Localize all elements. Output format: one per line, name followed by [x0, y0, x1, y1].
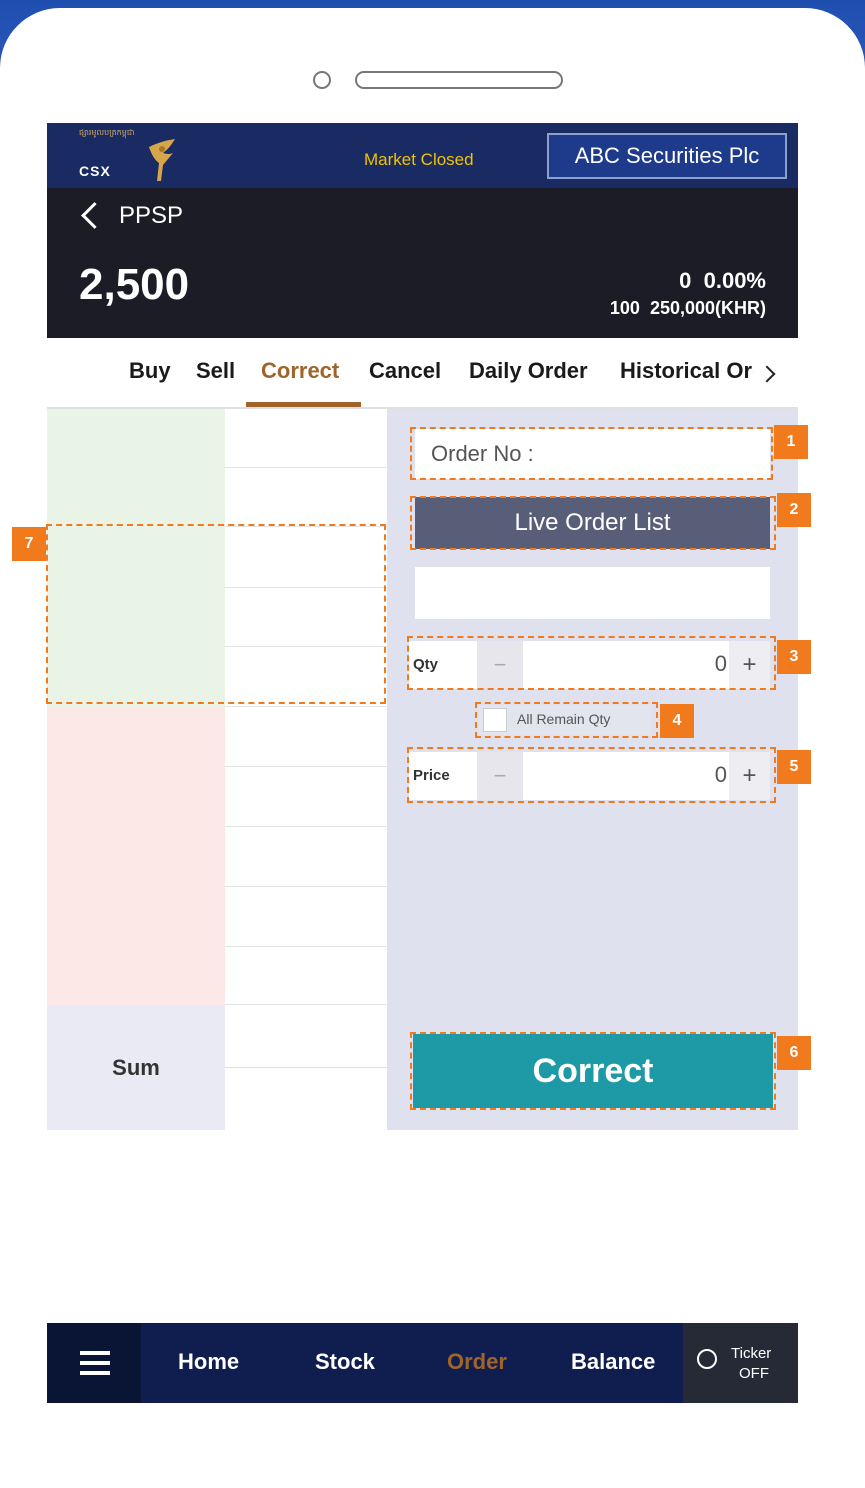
ticker-clock-icon [697, 1349, 717, 1369]
empty-area [47, 1130, 798, 1323]
nav-home[interactable]: Home [178, 1349, 239, 1375]
callout-7-box [46, 524, 386, 704]
tab-cancel[interactable]: Cancel [369, 358, 441, 384]
stock-name-field[interactable] [415, 567, 770, 619]
callout-2-badge: 2 [777, 493, 811, 527]
nav-balance[interactable]: Balance [571, 1349, 655, 1375]
book-row[interactable] [225, 468, 387, 527]
tab-historical-label: Historical Order [620, 358, 753, 383]
volume-value: 100 250,000(KHR) [610, 298, 766, 319]
book-row[interactable] [225, 827, 387, 887]
volume: 100 [609, 298, 640, 318]
chevron-right-icon[interactable] [758, 365, 776, 383]
callout-1-box [410, 427, 773, 480]
market-status: Market Closed [364, 150, 474, 169]
stock-symbol[interactable]: PPSP [119, 202, 183, 230]
trade-value: 250,000(KHR) [649, 298, 766, 318]
ticker-toggle[interactable]: Ticker OFF [683, 1323, 798, 1403]
change-percent: 0.00% [703, 268, 766, 293]
current-price: 2,500 [79, 260, 190, 309]
back-icon[interactable] [81, 202, 108, 229]
book-row[interactable] [225, 767, 387, 827]
book-row[interactable] [225, 947, 387, 1005]
callout-6-box [410, 1032, 776, 1110]
logo-khmer-text: ផ្សារមូលបត្រកម្ពុជា [79, 128, 135, 137]
broker-selector-button[interactable]: ABC Securities Plc [547, 133, 787, 179]
book-row[interactable] [225, 707, 387, 767]
tab-buy[interactable]: Buy [129, 358, 171, 384]
ticker-label: Ticker [731, 1345, 772, 1362]
speaker-bar [355, 71, 563, 89]
callout-3-box [407, 636, 776, 690]
sum-ask-cell [225, 1005, 387, 1068]
callout-4-badge: 4 [660, 704, 694, 738]
callout-7-badge: 7 [12, 527, 46, 561]
nav-order[interactable]: Order [447, 1349, 507, 1375]
menu-icon[interactable] [47, 1323, 141, 1403]
callout-5-badge: 5 [777, 750, 811, 784]
sum-bid-cell [225, 1068, 387, 1131]
callout-1-badge: 1 [774, 425, 808, 459]
top-bar: ផ្សារមូលបត្រកម្ពុជា CSX Market Closed AB… [47, 123, 798, 188]
ticker-state: OFF [739, 1365, 769, 1382]
tab-sell[interactable]: Sell [196, 358, 235, 384]
callout-3-badge: 3 [777, 640, 811, 674]
callout-4-box [475, 702, 658, 738]
nav-stock[interactable]: Stock [315, 1349, 375, 1375]
sum-label: Sum [47, 1005, 225, 1130]
camera-dot [313, 71, 331, 89]
bid-side-area [47, 707, 225, 1005]
logo-text: CSX [79, 163, 111, 179]
bottom-nav: Home Stock Order Balance Ticker OFF [47, 1323, 798, 1403]
order-book: Sum [47, 409, 387, 1131]
stock-info-bar: PPSP 2,500 0 0.00% 100 250,000(KHR) [47, 188, 798, 338]
csx-logo-icon [149, 139, 175, 181]
tab-daily-order[interactable]: Daily Order [469, 358, 588, 384]
book-row[interactable] [225, 409, 387, 468]
tab-correct[interactable]: Correct [261, 358, 339, 384]
book-row[interactable] [225, 887, 387, 947]
callout-5-box [407, 747, 776, 803]
change-value: 0 [679, 268, 692, 293]
callout-6-badge: 6 [777, 1036, 811, 1070]
tab-historical-order[interactable]: Historical Order [620, 358, 753, 388]
order-tabs: Buy Sell Correct Cancel Daily Order Hist… [47, 338, 798, 408]
callout-2-box [410, 496, 776, 550]
price-change: 0 0.00% [679, 268, 766, 294]
